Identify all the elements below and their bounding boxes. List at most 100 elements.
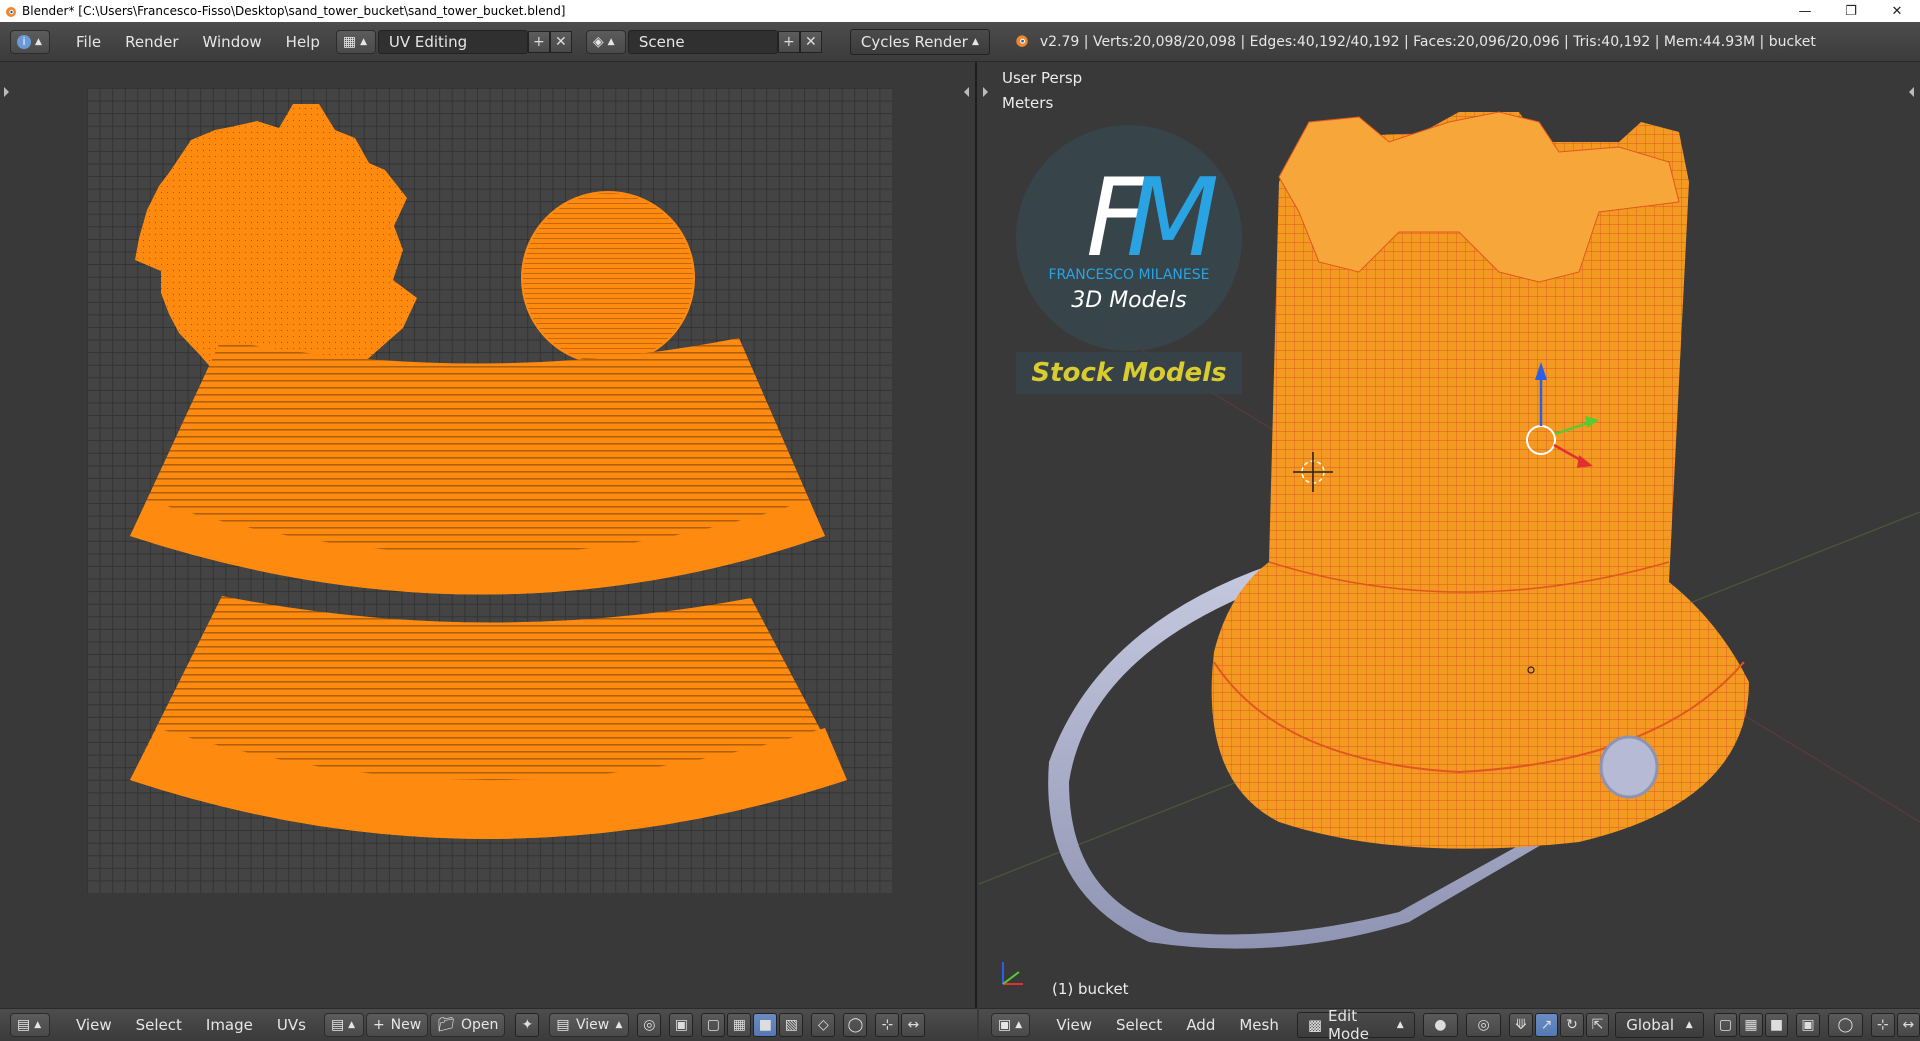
new-image-label: New — [390, 1017, 422, 1033]
snap-toggle-icon[interactable]: ⊹ — [1871, 1013, 1895, 1037]
region-expand-icon[interactable] — [4, 87, 9, 97]
editor-type-uv-button[interactable]: ▤ ▲ — [10, 1013, 50, 1037]
edge-select-icon[interactable]: ▦ — [727, 1013, 752, 1037]
new-image-button[interactable]: + New — [365, 1013, 429, 1037]
scene-browse-button[interactable]: ◈ ▲ — [585, 29, 626, 54]
minimize-button[interactable]: — — [1782, 0, 1828, 22]
face-select-icon[interactable]: ■ — [753, 1013, 778, 1037]
chevron-updown-icon: ▲︎ — [35, 36, 42, 47]
view-mode-label: View — [575, 1017, 610, 1033]
sync-selection-icon[interactable]: ▣ — [669, 1013, 694, 1037]
region-expand-icon-right[interactable] — [964, 87, 969, 97]
view-mode-dropdown[interactable]: ▤ View ▲ — [549, 1013, 630, 1037]
blender-logo-icon — [0, 0, 22, 22]
interaction-mode-label: Edit Mode — [1328, 1007, 1369, 1041]
screen-layout-name: UV Editing — [388, 32, 468, 51]
transform-orientation-dropdown[interactable]: Global ▲ — [1615, 1012, 1704, 1038]
uv-menu-image[interactable]: Image — [194, 1016, 265, 1034]
uv-menu-select[interactable]: Select — [124, 1016, 194, 1034]
watermark-logo: F M FRANCESCO MILANESE 3D Models — [1016, 125, 1242, 351]
manipulator-toggle-icon[interactable]: ⟱ — [1509, 1013, 1533, 1037]
vp-menu-view[interactable]: View — [1044, 1016, 1104, 1034]
menu-window[interactable]: Window — [191, 33, 274, 51]
region-expand-icon-right[interactable] — [1909, 87, 1914, 97]
image-browse-button[interactable]: ▤ ▲ — [323, 1013, 364, 1037]
open-image-button[interactable]: 📁︎ Open — [430, 1013, 506, 1037]
translate-manipulator-icon[interactable]: ↗ — [1534, 1013, 1559, 1037]
restore-button[interactable]: ❐ — [1828, 0, 1874, 22]
delete-screen-button[interactable]: ✕ — [549, 30, 572, 53]
screen-layout-field[interactable]: UV Editing — [377, 29, 528, 54]
uv-island-band-upper[interactable] — [130, 338, 825, 595]
chevron-updown-icon: ▲ — [615, 1020, 623, 1030]
scene-icon: ◈ — [592, 33, 604, 50]
pin-icon[interactable]: ✦ — [515, 1013, 540, 1037]
plus-icon: + — [533, 33, 545, 50]
rotate-manipulator-icon[interactable]: ↻ — [1560, 1013, 1584, 1037]
chevron-updown-icon: ▲ — [348, 1020, 356, 1030]
view-icon: ▤ — [556, 1017, 570, 1033]
image-icon: ▤ — [330, 1017, 345, 1033]
uv-island-band-lower[interactable] — [130, 596, 847, 839]
vertex-select-icon[interactable]: ▢ — [701, 1013, 726, 1037]
add-scene-button[interactable]: + — [777, 30, 800, 53]
chevron-updown-icon: ▲ — [971, 36, 979, 47]
proportional-edit-icon[interactable]: ◯ — [843, 1013, 868, 1037]
menu-render[interactable]: Render — [113, 33, 190, 51]
vp-menu-add[interactable]: Add — [1174, 1016, 1227, 1034]
layout-grid-icon: ▦ — [342, 33, 357, 50]
snap-element-icon[interactable]: ↔ — [1896, 1013, 1920, 1037]
close-icon: ✕ — [805, 33, 817, 50]
occlude-geometry-icon[interactable]: ▣ — [1796, 1013, 1820, 1037]
render-engine-dropdown[interactable]: Cycles Render ▲ — [849, 28, 990, 55]
scene-field[interactable]: Scene — [627, 29, 778, 54]
transform-orientation-label: Global — [1626, 1016, 1675, 1034]
island-select-icon[interactable]: ▧ — [779, 1013, 804, 1037]
render-engine-label: Cycles Render — [860, 32, 968, 51]
plus-icon: + — [783, 33, 795, 50]
delete-scene-button[interactable]: ✕ — [799, 30, 822, 53]
region-expand-icon-left[interactable] — [983, 87, 988, 97]
screen-layout-button[interactable]: ▦ ▲ — [335, 29, 376, 54]
blender-window: Blender* [C:\Users\Francesco-Fisso\Deskt… — [0, 0, 1920, 1041]
face-select-mode-icon[interactable]: ■ — [1764, 1013, 1789, 1037]
proportional-editing-icon[interactable]: ◯ — [1827, 1013, 1864, 1037]
editor-type-3d-button[interactable]: ▣ ▲ — [991, 1013, 1031, 1037]
interaction-mode-dropdown[interactable]: ▩ Edit Mode ▲ — [1296, 1007, 1415, 1041]
folder-icon: 📁︎ — [437, 1017, 455, 1033]
uv-editor-header: ▤ ▲ View Select Image UVs ▤ ▲ + New 📁︎ O… — [0, 1008, 977, 1041]
vp-menu-mesh[interactable]: Mesh — [1227, 1016, 1291, 1034]
active-object-label: (1) bucket — [1052, 980, 1129, 998]
handle-pivot[interactable] — [1599, 735, 1659, 799]
window-title: Blender* [C:\Users\Francesco-Fisso\Deskt… — [22, 4, 566, 18]
scale-manipulator-icon[interactable]: ⇱ — [1585, 1013, 1610, 1037]
snap-target-icon[interactable]: ↔ — [901, 1013, 926, 1037]
chevron-updown-icon: ▲ — [34, 1020, 42, 1030]
image-editor-icon: ▤ — [17, 1017, 31, 1033]
cube-icon: ▣ — [998, 1017, 1012, 1033]
pivot-point-icon[interactable]: ◎ — [1465, 1013, 1502, 1037]
uv-menu-view[interactable]: View — [64, 1016, 124, 1034]
editor-type-info-button[interactable]: i ▲︎ — [10, 29, 50, 54]
add-screen-button[interactable]: + — [527, 30, 550, 53]
view-axis-icon — [1002, 962, 1023, 985]
sticky-select-icon[interactable]: ◇ — [811, 1013, 836, 1037]
uv-island-circle[interactable] — [521, 191, 695, 365]
edge-select-mode-icon[interactable]: ▦ — [1739, 1013, 1763, 1037]
chevron-updown-icon: ▲ — [1685, 1020, 1693, 1030]
units-label: Meters — [1002, 94, 1054, 112]
vp-menu-select[interactable]: Select — [1104, 1016, 1174, 1034]
uv-menu-uvs[interactable]: UVs — [265, 1016, 318, 1034]
chevron-updown-icon: ▲ — [1015, 1020, 1023, 1030]
chevron-updown-icon: ▲ — [360, 36, 368, 47]
stock-models-label: Stock Models — [1016, 352, 1242, 394]
close-button[interactable]: ✕ — [1874, 0, 1920, 22]
menu-file[interactable]: File — [64, 33, 113, 51]
pivot-icon[interactable]: ◎ — [637, 1013, 662, 1037]
chevron-updown-icon: ▲ — [607, 36, 615, 47]
bucket-mesh[interactable] — [1211, 111, 1749, 849]
vertex-select-mode-icon[interactable]: ▢ — [1713, 1013, 1738, 1037]
viewport-shading-icon[interactable]: ● — [1422, 1013, 1458, 1037]
snap-icon[interactable]: ⊹ — [875, 1013, 900, 1037]
menu-help[interactable]: Help — [274, 33, 332, 51]
